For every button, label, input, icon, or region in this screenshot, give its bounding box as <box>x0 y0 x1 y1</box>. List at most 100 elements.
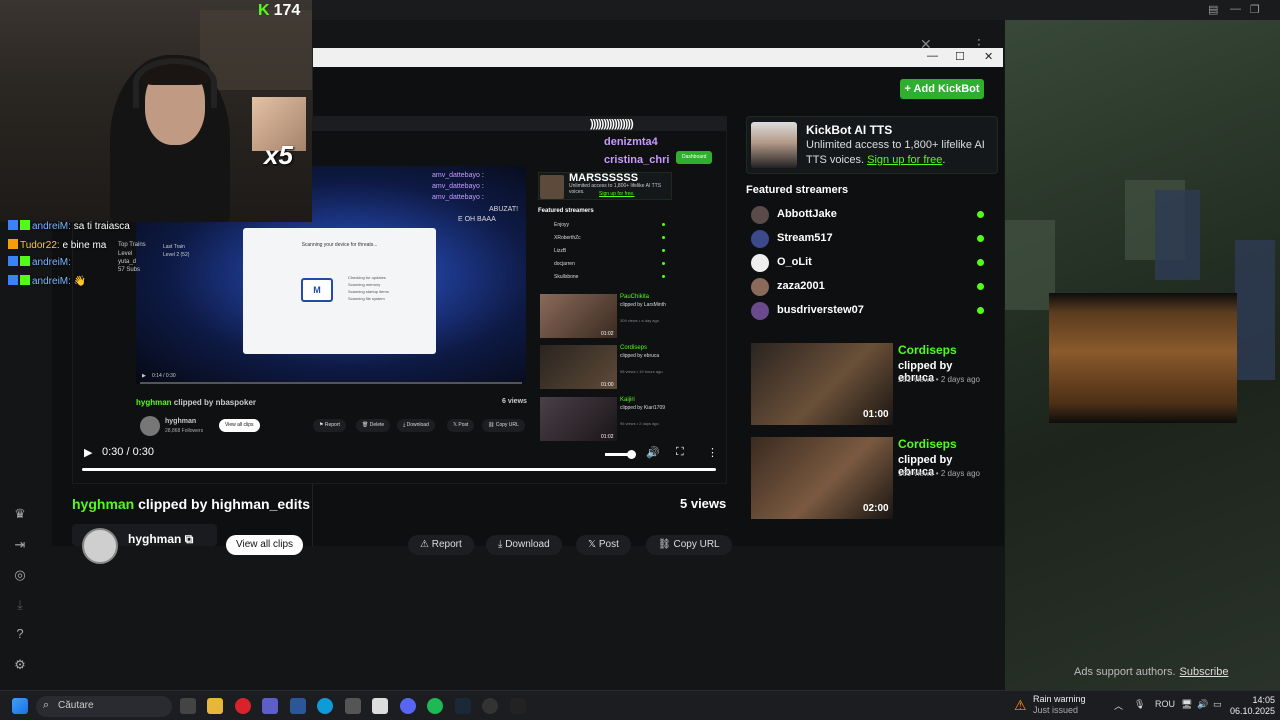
play-button-icon[interactable]: ▶ <box>84 446 92 459</box>
app-icon[interactable] <box>345 698 361 714</box>
search-placeholder: Căutare <box>58 700 94 711</box>
window-minimize-button[interactable]: — <box>927 50 938 62</box>
report-button[interactable]: ⚠ Report <box>408 535 474 555</box>
inner-download-button[interactable]: ⤓ Download <box>397 419 435 432</box>
edge-icon[interactable] <box>317 698 333 714</box>
taskbar-search[interactable]: ⌕ Căutare <box>36 696 172 717</box>
nested-dashboard-button[interactable]: Dashboard <box>676 151 713 164</box>
download-icon[interactable]: ⤓ <box>12 597 28 613</box>
nested-streamer[interactable]: Enjoyy <box>540 222 665 228</box>
view-all-clips-button[interactable]: View all clips <box>226 535 304 555</box>
fullscreen-icon[interactable]: ⛶ <box>676 446 684 459</box>
promo-signup-link[interactable]: Sign up for free <box>867 154 942 166</box>
streamer-name: O_oLit <box>777 256 812 268</box>
player-menu-icon[interactable]: ⋮ <box>707 446 718 459</box>
window-maximize-button[interactable]: ☐ <box>955 50 965 63</box>
teams-icon[interactable] <box>262 698 278 714</box>
streamer-item[interactable]: AbbottJake <box>751 206 987 224</box>
player-time: 0:30 / 0:30 <box>102 446 154 458</box>
file-explorer-icon[interactable] <box>207 698 223 714</box>
weather-warning-icon[interactable]: ⚠ <box>1014 697 1027 714</box>
nested-streamer[interactable]: docjarren <box>540 261 665 267</box>
task-view-icon[interactable] <box>180 698 196 714</box>
inner-delete-button[interactable]: 🗑 Delete <box>356 419 391 432</box>
language-indicator[interactable]: ROU <box>1155 699 1175 709</box>
live-dot <box>977 259 984 266</box>
streamer-avatar <box>751 230 769 248</box>
weather-title: Rain warning <box>1033 694 1086 704</box>
battery-icon[interactable]: ▭ <box>1213 699 1222 710</box>
live-dot <box>977 235 984 242</box>
microphone-icon[interactable]: 🎙 <box>1134 699 1145 710</box>
help-icon[interactable]: ? <box>12 626 28 642</box>
inner-report-button[interactable]: ⚑ Report <box>313 419 346 432</box>
restore-icon[interactable]: ❐ <box>1250 3 1260 16</box>
nested-clip-card[interactable]: Cordiseps clipped by ebruca 98 views • 1… <box>540 345 720 389</box>
level-value: Level 2 (52) <box>163 252 190 258</box>
obs-icon[interactable] <box>482 698 498 714</box>
minimize-icon[interactable]: — <box>1230 3 1241 15</box>
nested-streamer[interactable]: XRoberthZc <box>540 235 665 241</box>
subscribe-link[interactable]: Subscribe <box>1180 666 1229 678</box>
scan-dialog: Scanning your device for threats... M Ch… <box>243 228 436 354</box>
add-kickbot-button[interactable]: + Add KickBot <box>900 79 984 99</box>
streamer-item[interactable]: Stream517 <box>751 230 987 248</box>
channel-avatar[interactable] <box>82 528 118 564</box>
streamer-item[interactable]: O_oLit <box>751 254 987 272</box>
nested-streamer[interactable]: Skullsbone <box>540 274 665 280</box>
copy-url-button[interactable]: ⛓ Copy URL <box>646 535 732 555</box>
volume-slider[interactable] <box>605 453 629 456</box>
login-icon[interactable]: ⇥ <box>12 537 28 553</box>
channel-name[interactable]: hyghman ⧉ <box>128 532 193 547</box>
post-button[interactable]: 𝕏 Post <box>576 535 631 555</box>
discord-icon[interactable] <box>400 698 416 714</box>
weather-widget[interactable]: Rain warning Just issued <box>1033 694 1086 716</box>
volume-icon[interactable]: 🔊 <box>646 446 660 459</box>
chat-badge-icon <box>8 220 18 230</box>
window-close-button[interactable]: ✕ <box>984 50 993 63</box>
top-trains-label: Top Trains <box>118 242 146 248</box>
inner-post-button[interactable]: 𝕏 Post <box>447 419 475 432</box>
spotify-icon[interactable] <box>427 698 443 714</box>
opera-icon[interactable] <box>235 698 251 714</box>
volume-tray-icon[interactable]: 🔊 <box>1197 699 1208 710</box>
inner-view-all-button[interactable]: View all clips <box>219 419 260 432</box>
sidebar-toggle-icon[interactable]: ▤ <box>1208 3 1218 16</box>
inner-play-icon: ▶ <box>142 373 146 379</box>
inner-copy-url-button[interactable]: ⛓ Copy URL <box>482 419 525 432</box>
network-icon[interactable]: 🖥 <box>1181 699 1192 710</box>
clip-card[interactable]: 01:00 Cordiseps clipped by ebruca 251 vi… <box>751 343 991 425</box>
headset-icon <box>133 58 217 108</box>
x-app-icon[interactable] <box>510 698 526 714</box>
nested-streamer[interactable]: LizzB <box>540 248 665 254</box>
clip-streamer-name: Cordiseps <box>898 343 957 357</box>
crown-icon[interactable]: ♛ <box>12 506 28 522</box>
windows-start-icon[interactable] <box>12 698 28 714</box>
globe-icon[interactable]: ◎ <box>12 567 28 583</box>
chat-line: andreiM: sa ti traiasca <box>8 220 130 232</box>
last-train-label: Last Train <box>163 244 185 250</box>
nested-clip-card[interactable]: Kaijiri clipped by Kiari1709 96 views • … <box>540 397 720 441</box>
inner-channel-avatar[interactable] <box>140 416 160 436</box>
steam-icon[interactable] <box>455 698 471 714</box>
settings-gear-icon[interactable]: ⚙ <box>12 657 28 673</box>
inner-progress-bar <box>140 382 522 384</box>
volume-knob[interactable] <box>627 450 636 459</box>
word-icon[interactable] <box>290 698 306 714</box>
inner-channel-name[interactable]: hyghman <box>165 418 196 425</box>
overlay-big-text: )))))))))))))))) <box>590 118 634 130</box>
streamer-item[interactable]: zaza2001 <box>751 278 987 296</box>
clip-card[interactable]: 02:00 Cordiseps clipped by ebruca 169 vi… <box>751 437 991 519</box>
streamer-avatar <box>751 302 769 320</box>
live-dot <box>977 283 984 290</box>
nested-promo-link[interactable]: Sign up for free. <box>599 191 635 197</box>
download-button[interactable]: ⤓ Download <box>486 535 562 555</box>
system-clock[interactable]: 14:05 06.10.2025 <box>1230 695 1275 717</box>
streamer-item[interactable]: busdriverstew07 <box>751 302 987 320</box>
nested-clip-card[interactable]: PauChikita clipped by LarsMinth 309 view… <box>540 294 720 338</box>
overlay-name-2: cristina_chri <box>604 154 670 166</box>
store-icon[interactable] <box>372 698 388 714</box>
tray-chevron-icon[interactable]: ︿ <box>1114 699 1123 712</box>
live-dot <box>977 307 984 314</box>
player-progress-bar[interactable] <box>82 468 716 471</box>
